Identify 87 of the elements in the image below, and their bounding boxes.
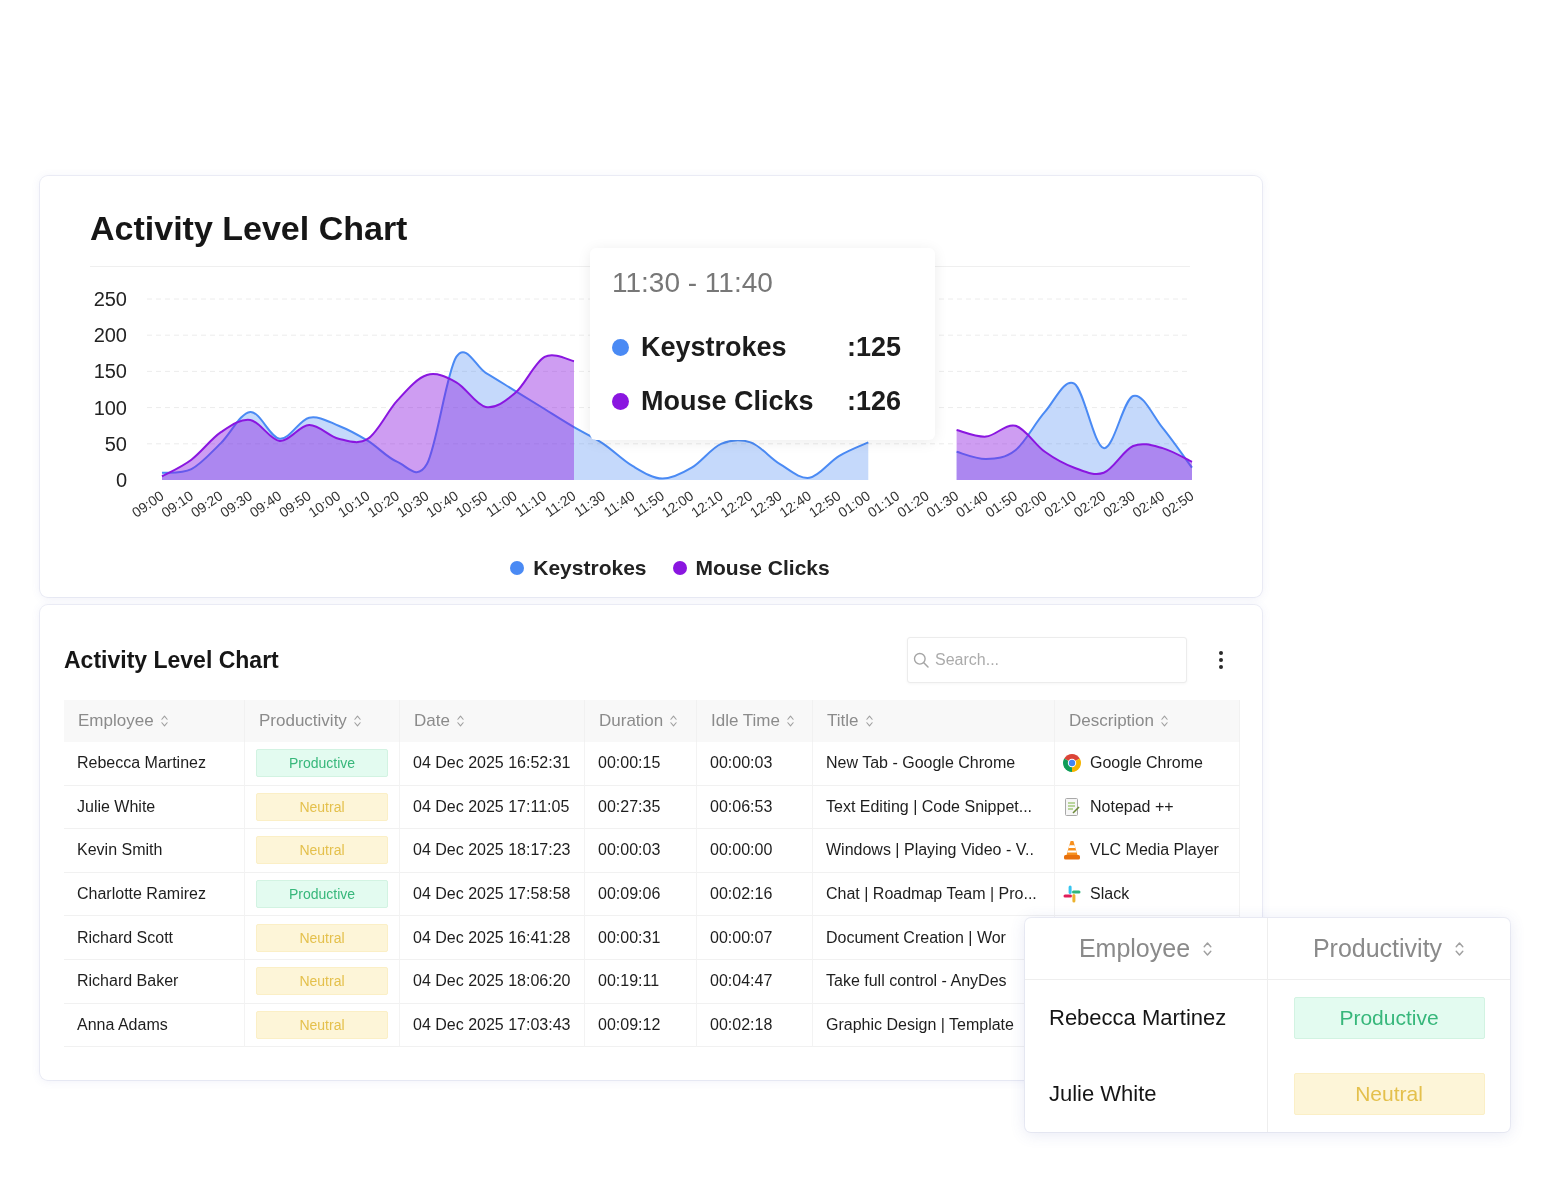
app-name: Slack: [1090, 885, 1130, 904]
productivity-badge: Neutral: [1293, 1073, 1485, 1115]
search-field[interactable]: Search...: [907, 637, 1187, 683]
column-header[interactable]: Duration: [585, 700, 697, 742]
sort-icon[interactable]: [1160, 714, 1170, 728]
y-axis-label: 250: [93, 288, 127, 310]
productivity-badge: Productive: [1293, 997, 1485, 1039]
table-cell: 00:27:35: [585, 785, 697, 830]
table-cell: 04 Dec 2025 16:41:28: [400, 916, 585, 960]
sort-icon[interactable]: [669, 714, 679, 728]
table-cell: Charlotte Ramirez: [64, 872, 245, 917]
column-header[interactable]: Date: [400, 700, 585, 742]
sort-icon[interactable]: [159, 714, 169, 728]
traffic-cone-icon: [1063, 840, 1081, 861]
legend-label: Mouse Clicks: [695, 555, 830, 581]
productivity-badge: Neutral: [256, 923, 388, 952]
pinwheel-icon: [1063, 885, 1081, 904]
table-cell: 04 Dec 2025 16:52:31: [400, 742, 585, 786]
sort-icon[interactable]: [352, 714, 362, 728]
y-axis-label: 100: [93, 396, 127, 419]
more-vertical-icon[interactable]: [1219, 651, 1223, 669]
table-cell: Richard Scott: [64, 916, 245, 960]
table-cell: Richard Baker: [64, 959, 245, 1004]
column-header[interactable]: Productivity: [245, 700, 400, 742]
table-cell: 00:00:15: [585, 742, 697, 786]
tooltip-label: Keystrokes: [641, 331, 787, 363]
legend-label: Keystrokes: [533, 555, 647, 581]
table-cell: Rebecca Martinez: [1025, 980, 1268, 1056]
table-cell: Windows | Playing Video - V..: [813, 829, 1055, 873]
sort-icon[interactable]: [1202, 939, 1214, 958]
table-cell: Julie White: [64, 785, 245, 830]
table-cell: Julie White: [1025, 1056, 1268, 1132]
column-header[interactable]: Employee: [64, 700, 245, 742]
table-cell: 00:00:03: [585, 829, 697, 873]
y-axis-label: 0: [115, 469, 127, 491]
table-cell: 00:00:31: [585, 916, 697, 960]
sort-icon[interactable]: [786, 714, 795, 728]
productivity-badge: Productive: [256, 880, 388, 909]
table-cell: 00:00:00: [697, 829, 813, 873]
productivity-badge: Neutral: [256, 836, 388, 865]
sort-icon[interactable]: [1454, 939, 1466, 958]
table-cell: New Tab - Google Chrome: [813, 742, 1055, 786]
y-axis-label: 50: [104, 432, 127, 455]
column-header[interactable]: Productivity: [1268, 918, 1510, 980]
app-name: Google Chrome: [1090, 754, 1203, 773]
table-cell: 00:02:18: [697, 1003, 813, 1048]
productivity-badge: Neutral: [256, 1010, 388, 1039]
column-header[interactable]: Idle Time: [697, 700, 813, 742]
column-header[interactable]: Title: [813, 700, 1055, 742]
table-cell: 00:09:06: [585, 872, 697, 917]
table-cell: Kevin Smith: [64, 829, 245, 873]
search-icon: [913, 652, 929, 668]
table-cell: 00:09:12: [585, 1003, 697, 1048]
table-cell: 00:00:03: [697, 742, 813, 786]
app-name: VLC Media Player: [1090, 841, 1219, 860]
table-cell: 00:04:47: [697, 959, 813, 1004]
table-cell: 00:06:53: [697, 785, 813, 830]
column-header[interactable]: Description: [1055, 700, 1240, 742]
productivity-badge: Neutral: [256, 792, 388, 821]
document-icon: [1063, 797, 1081, 816]
table-cell: 04 Dec 2025 17:11:05: [400, 785, 585, 830]
tooltip-value: :126: [847, 385, 902, 417]
sort-icon[interactable]: [864, 714, 874, 728]
table-cell: 04 Dec 2025 18:17:23: [400, 829, 585, 873]
color-wheel-icon: [1063, 754, 1081, 773]
table-cell: Rebecca Martinez: [64, 742, 245, 786]
table-cell: 04 Dec 2025 17:58:58: [400, 872, 585, 917]
table-cell: 00:19:11: [585, 959, 697, 1004]
tooltip-time-range: 11:30 - 11:40: [612, 266, 773, 300]
y-axis-label: 150: [93, 360, 127, 383]
app-name: Notepad ++: [1090, 797, 1174, 816]
table-title: Activity Level Chart: [64, 646, 279, 675]
table-cell: 00:02:16: [697, 872, 813, 917]
table-cell: Chat | Roadmap Team | Pro...: [813, 872, 1055, 917]
chart-title: Activity Level Chart: [90, 208, 408, 249]
table-cell: 04 Dec 2025 17:03:43: [400, 1003, 585, 1048]
table-cell: 04 Dec 2025 18:06:20: [400, 959, 585, 1004]
tooltip-label: Mouse Clicks: [641, 385, 814, 417]
sort-icon[interactable]: [455, 714, 465, 728]
y-axis-label: 200: [93, 324, 127, 347]
column-header[interactable]: Employee: [1025, 918, 1268, 980]
table-cell: Text Editing | Code Snippet...: [813, 785, 1055, 830]
productivity-badge: Productive: [256, 749, 388, 778]
productivity-badge: Neutral: [256, 967, 388, 996]
tooltip-value: :125: [847, 331, 902, 363]
table-cell: 00:00:07: [697, 916, 813, 960]
table-cell: Anna Adams: [64, 1003, 245, 1048]
